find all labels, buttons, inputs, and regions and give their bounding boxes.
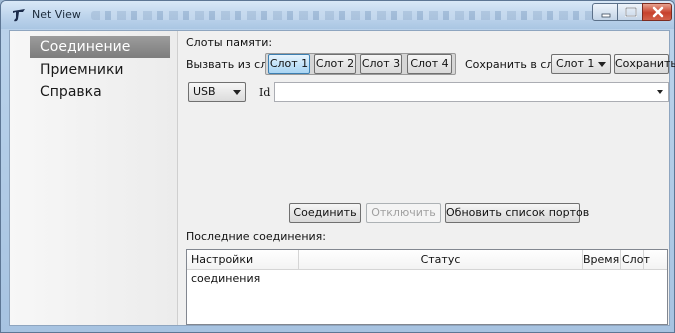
column-header-time[interactable]: Время [583,250,621,269]
refresh-ports-button[interactable]: Обновить список портов [445,203,589,223]
sidebar-item-connection[interactable]: Соединение [30,36,170,58]
slot-2-button[interactable]: Слот 2 [314,54,356,74]
port-type-value: USB [193,85,216,98]
port-id-combo[interactable] [274,82,669,102]
memory-slots-label: Слоты памяти: [186,36,273,49]
port-type-select[interactable]: USB [188,82,246,102]
sidebar: Соединение Приемники Справка [10,31,178,325]
column-header-settings[interactable]: Настройки соединения [187,250,299,285]
disconnect-button[interactable]: Отключить [366,203,441,223]
save-slot-select[interactable]: Слот 1 [551,54,611,74]
save-slot-value: Слот 1 [556,57,595,70]
sidebar-item-label: Приемники [40,62,124,78]
slot-4-button[interactable]: Слот 4 [407,54,452,74]
close-button[interactable] [642,3,672,21]
title-bar[interactable]: Net View [1,1,674,29]
column-header-status[interactable]: Статус [299,250,583,269]
sidebar-item-label: Соединение [40,39,131,55]
minimize-button[interactable] [592,3,618,21]
maximize-button[interactable] [617,3,643,21]
id-label: Id [259,86,271,99]
table-header: Настройки соединения Статус Время Слот [187,250,667,285]
window-title: Net View [32,8,81,21]
sidebar-item-help[interactable]: Справка [30,81,170,103]
sidebar-item-receivers[interactable]: Приемники [30,59,170,81]
client-area: Соединение Приемники Справка Слоты памят… [9,30,675,326]
minimize-icon [601,13,611,18]
save-button[interactable]: Сохранить [614,54,675,74]
column-header-slot[interactable]: Слот [621,250,650,269]
chevron-down-icon [657,90,663,94]
chevron-down-icon [598,62,606,67]
recent-connections-table[interactable]: Настройки соединения Статус Время Слот [186,249,668,325]
connection-panel: Слоты памяти: Вызвать из слота: Слот 1 С… [177,31,675,325]
close-icon [652,6,664,18]
slot-button-group: Слот 1 Слот 2 Слот 3 Слот 4 [265,53,456,75]
recent-connections-title: Последние соединения: [186,230,326,243]
connect-button[interactable]: Соединить [289,203,361,223]
sidebar-item-label: Справка [40,84,102,100]
chevron-down-icon [233,90,241,95]
app-logo-icon [13,9,25,22]
slot-1-button[interactable]: Слот 1 [268,54,310,74]
app-window: Net View Соединение Приемники Справка Сл… [0,0,675,333]
blurred-toolbar-strip [91,11,601,20]
slot-3-button[interactable]: Слот 3 [360,54,402,74]
maximize-icon [625,7,637,17]
